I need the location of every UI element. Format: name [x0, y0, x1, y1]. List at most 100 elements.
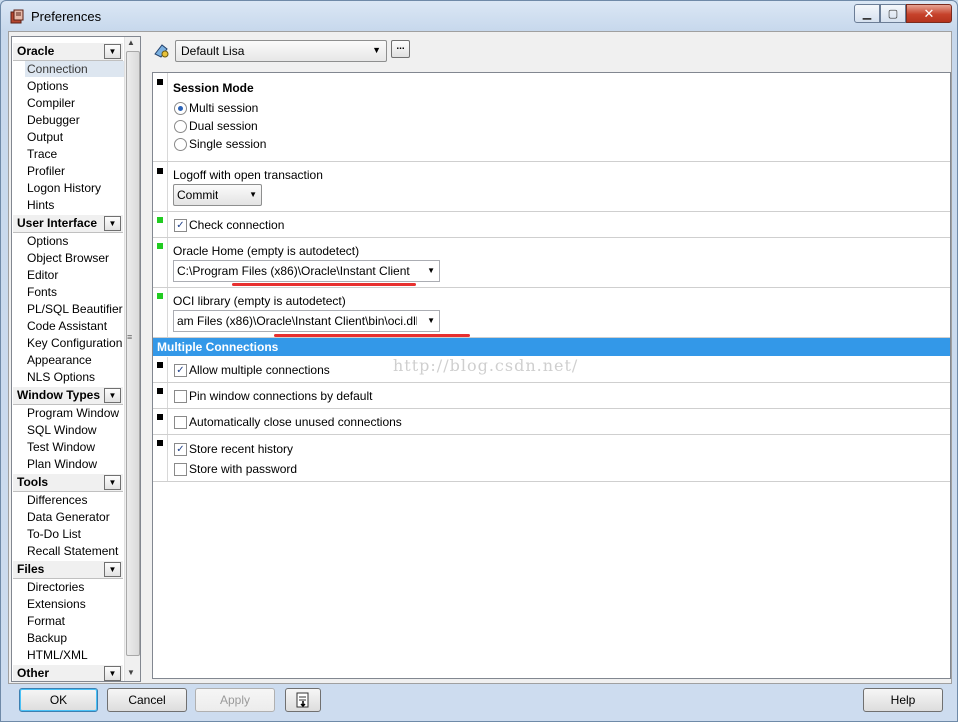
- sidebar-item-pl-sql-beautifier[interactable]: PL/SQL Beautifier: [25, 301, 127, 317]
- collapse-toggle-icon[interactable]: ▼: [104, 216, 121, 231]
- collapse-toggle-icon[interactable]: ▼: [104, 388, 121, 403]
- sidebar-item-format[interactable]: Format: [25, 613, 127, 629]
- sidebar-item-html-xml[interactable]: HTML/XML: [25, 647, 127, 663]
- sidebar-scrollbar[interactable]: ▲ ≡ ▼: [124, 37, 140, 681]
- sidebar-item-directories[interactable]: Directories: [25, 579, 127, 595]
- check-connection-label[interactable]: Check connection: [189, 218, 284, 232]
- logoff-label: Logoff with open transaction: [173, 168, 323, 182]
- sidebar-item-compiler[interactable]: Compiler: [25, 95, 127, 111]
- collapse-toggle-icon[interactable]: ▼: [104, 475, 121, 490]
- category-label: Tools: [17, 475, 49, 489]
- maximize-button[interactable]: ▢: [880, 4, 906, 23]
- category-header-user-interface[interactable]: User Interface ▼: [13, 214, 123, 233]
- sidebar-item-hints[interactable]: Hints: [25, 197, 127, 213]
- label-single-session[interactable]: Single session: [189, 137, 266, 151]
- sidebar-item-backup[interactable]: Backup: [25, 630, 127, 646]
- sidebar-item-options[interactable]: Options: [25, 78, 127, 94]
- sidebar-item-output[interactable]: Output: [25, 129, 127, 145]
- collapse-toggle-icon[interactable]: ▼: [104, 44, 121, 59]
- auto-close-checkbox[interactable]: [174, 416, 187, 429]
- close-button[interactable]: ✕: [906, 4, 952, 23]
- scroll-down-icon[interactable]: ▼: [127, 668, 135, 677]
- sidebar-item-sql-window[interactable]: SQL Window: [25, 422, 127, 438]
- sidebar-item-plan-window[interactable]: Plan Window: [25, 456, 127, 472]
- oci-library-label: OCI library (empty is autodetect): [173, 294, 346, 308]
- annotation-underline: [274, 334, 470, 337]
- sidebar-item-logon-history[interactable]: Logon History: [25, 180, 127, 196]
- sidebar-item-debugger[interactable]: Debugger: [25, 112, 127, 128]
- help-button[interactable]: Help: [863, 688, 943, 712]
- sidebar-item-data-generator[interactable]: Data Generator: [25, 509, 127, 525]
- cancel-button[interactable]: Cancel: [107, 688, 187, 712]
- radio-dual-session[interactable]: [174, 120, 187, 133]
- sidebar-item-profiler[interactable]: Profiler: [25, 163, 127, 179]
- scroll-up-icon[interactable]: ▲: [127, 38, 135, 47]
- sidebar-item-differences[interactable]: Differences: [25, 492, 127, 508]
- settings-panel: Session Mode Multi session Dual session …: [152, 72, 951, 679]
- apply-button[interactable]: Apply: [195, 688, 275, 712]
- sidebar-item-to-do-list[interactable]: To-Do List: [25, 526, 127, 542]
- sidebar-item-editor[interactable]: Editor: [25, 267, 127, 283]
- oci-library-combobox[interactable]: am Files (x86)\Oracle\Instant Client\bin…: [173, 310, 440, 332]
- divider: [167, 238, 168, 287]
- sidebar-item-extensions[interactable]: Extensions: [25, 596, 127, 612]
- sidebar-item-object-browser[interactable]: Object Browser: [25, 250, 127, 266]
- ok-button[interactable]: OK: [19, 688, 98, 712]
- sidebar-item-code-assistant[interactable]: Code Assistant: [25, 318, 127, 334]
- multiple-connections-header: Multiple Connections: [153, 338, 950, 356]
- minimize-button[interactable]: ▁: [854, 4, 880, 23]
- logoff-section: Logoff with open transaction Commit ▼: [153, 162, 950, 212]
- store-history-checkbox[interactable]: ✓: [174, 443, 187, 456]
- divider: [167, 383, 168, 408]
- auto-close-label[interactable]: Automatically close unused connections: [189, 415, 402, 429]
- pin-window-label[interactable]: Pin window connections by default: [189, 389, 372, 403]
- check-connection-checkbox[interactable]: ✓: [174, 219, 187, 232]
- category-sidebar[interactable]: Oracle ▼ Connection Options Compiler Debugger…: [11, 36, 141, 682]
- sidebar-item-appearance[interactable]: Appearance: [25, 352, 127, 368]
- oracle-home-section: Oracle Home (empty is autodetect) C:\Pro…: [153, 238, 950, 288]
- divider: [167, 435, 168, 481]
- sidebar-item-key-configuration[interactable]: Key Configuration: [25, 335, 127, 351]
- sidebar-item-nls-options[interactable]: NLS Options: [25, 369, 127, 385]
- allow-multiple-checkbox[interactable]: ✓: [174, 364, 187, 377]
- profile-more-button[interactable]: ...: [391, 40, 410, 58]
- sidebar-item-recall-statement[interactable]: Recall Statement: [25, 543, 127, 559]
- collapse-toggle-icon[interactable]: ▼: [104, 562, 121, 577]
- sidebar-item-test-window[interactable]: Test Window: [25, 439, 127, 455]
- category-header-window-types[interactable]: Window Types ▼: [13, 386, 123, 405]
- profile-dropdown[interactable]: Default Lisa ▼: [175, 40, 387, 62]
- preferences-window: Preferences ▁ ▢ ✕ Oracle ▼ Connection Optio…: [0, 0, 958, 722]
- sidebar-item-program-window[interactable]: Program Window: [25, 405, 127, 421]
- sidebar-item-fonts[interactable]: Fonts: [25, 284, 127, 300]
- store-password-label[interactable]: Store with password: [189, 462, 297, 476]
- category-header-tools[interactable]: Tools ▼: [13, 473, 123, 492]
- default-marker: [157, 293, 163, 299]
- grip-icon: ≡: [127, 332, 133, 342]
- oracle-home-combobox[interactable]: C:\Program Files (x86)\Oracle\Instant Cl…: [173, 260, 440, 282]
- sidebar-item-options[interactable]: Options: [25, 233, 127, 249]
- sidebar-item-connection[interactable]: Connection: [25, 61, 127, 77]
- logoff-select[interactable]: Commit ▼: [173, 184, 262, 206]
- label-dual-session[interactable]: Dual session: [189, 119, 258, 133]
- label-multi-session[interactable]: Multi session: [189, 101, 258, 115]
- modified-marker: [157, 362, 163, 368]
- store-history-label[interactable]: Store recent history: [189, 442, 293, 456]
- collapse-toggle-icon[interactable]: ▼: [104, 666, 121, 681]
- store-password-checkbox[interactable]: [174, 463, 187, 476]
- radio-single-session[interactable]: [174, 138, 187, 151]
- modified-marker: [157, 79, 163, 85]
- allow-multiple-label[interactable]: Allow multiple connections: [189, 363, 330, 377]
- pin-window-checkbox[interactable]: [174, 390, 187, 403]
- category-header-other[interactable]: Other ▼: [13, 664, 123, 681]
- scroll-thumb[interactable]: [126, 51, 140, 656]
- sidebar-item-trace[interactable]: Trace: [25, 146, 127, 162]
- chevron-down-icon: ▼: [427, 266, 435, 275]
- multiple-connections-title: Multiple Connections: [157, 340, 279, 354]
- radio-multi-session[interactable]: [174, 102, 187, 115]
- divider: [167, 288, 168, 337]
- category-header-files[interactable]: Files ▼: [13, 560, 123, 579]
- oracle-home-label: Oracle Home (empty is autodetect): [173, 244, 360, 258]
- extra-action-button[interactable]: [285, 688, 321, 712]
- category-header-oracle[interactable]: Oracle ▼: [13, 42, 123, 61]
- title-bar[interactable]: Preferences ▁ ▢ ✕: [1, 1, 957, 33]
